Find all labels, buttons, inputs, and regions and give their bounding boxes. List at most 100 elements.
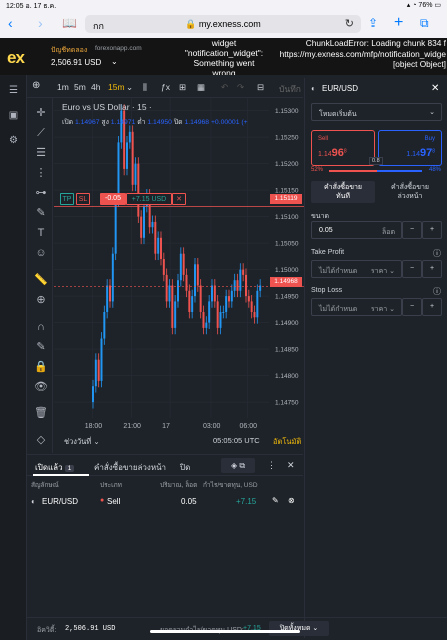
zoom-icon[interactable]: ⊕ <box>34 293 48 307</box>
sell-sentiment: 52% <box>311 167 324 173</box>
close-icon[interactable]: ✕ <box>431 83 439 94</box>
candles-icon[interactable]: ⫼ <box>143 82 147 93</box>
url-host: 🔒 my.exness.com <box>185 19 261 29</box>
layers-icon[interactable]: ◈ ⧉ <box>221 458 255 473</box>
ruler-icon[interactable]: 📏 <box>34 273 48 287</box>
magnet-icon[interactable]: ∩ <box>34 320 48 334</box>
current-price-tag: 1.14968 <box>270 277 302 287</box>
lock-icon[interactable]: 🔒 <box>34 360 48 374</box>
sl-increase-button[interactable]: + <box>422 298 442 316</box>
tab-open-positions[interactable]: เปิดแล้ว 1 <box>35 461 75 474</box>
sl-decrease-button[interactable]: − <box>402 298 422 316</box>
exness-logo[interactable]: ex <box>7 48 25 68</box>
candle-body <box>97 359 100 381</box>
add-indicator-icon[interactable]: ⊕ <box>32 80 40 91</box>
reload-icon[interactable]: ↻ <box>345 17 354 30</box>
col-volume: ปริมาณ, ล็อต <box>160 482 198 489</box>
date-range-selector[interactable]: ช่วงวันที่ ⌄ <box>64 436 100 448</box>
edit-icon[interactable]: ✎ <box>272 496 279 505</box>
candle-body <box>211 285 213 302</box>
tab-closed-positions[interactable]: ปิด <box>180 461 190 474</box>
position-volume[interactable]: -0.05 <box>100 193 126 205</box>
trash-icon[interactable]: 🗑 <box>34 406 48 420</box>
y-tick-label: 1.14750 <box>275 400 299 407</box>
timeframe-15m[interactable]: 15m <box>108 82 125 92</box>
briefcase-icon[interactable]: ▣ <box>7 110 20 123</box>
trendline-icon[interactable]: ⟋ <box>34 126 48 140</box>
address-bar[interactable]: กก 🔒 my.exness.com ↻ <box>85 15 361 33</box>
tab-pending-order[interactable]: คำสั่งซื้อขาย ล่วงหน้า <box>378 181 442 203</box>
tab-market-order[interactable]: คำสั่งซื้อขาย ทันที <box>311 181 375 203</box>
crosshair-icon[interactable]: ✛ <box>34 106 48 120</box>
forward-icon[interactable]: › <box>38 15 43 31</box>
volume-decrease-button[interactable]: − <box>402 221 422 239</box>
equity-value: 2,506.91 USD <box>65 625 116 633</box>
settings-icon[interactable]: ⚙ <box>7 135 20 148</box>
candle-body <box>157 237 160 254</box>
x-tick-label: 06:00 <box>240 423 258 430</box>
drawing-toolbar: ✛ ⟋ ☰ ⋮ ⊶ ✎ T ☺ 📏 ⊕ ∩ ✎ 🔒 👁 🗑 ◇ <box>27 98 53 453</box>
volume-increase-button[interactable]: + <box>422 221 442 239</box>
info-icon[interactable]: ⓘ <box>433 286 441 297</box>
undo-icon[interactable]: ↶ <box>221 82 228 93</box>
close-position-icon[interactable]: ✕ <box>172 193 186 205</box>
text-icon[interactable]: T <box>34 226 48 240</box>
buy-button[interactable]: Buy 1.14978 <box>378 130 442 166</box>
chart-settings-icon[interactable]: ⊟ <box>257 82 264 93</box>
back-icon[interactable]: ‹ <box>8 15 13 31</box>
candle-body <box>222 312 225 313</box>
tab-pending-orders[interactable]: คำสั่งซื้อขายล่วงหน้า <box>94 461 166 474</box>
order-mode-select[interactable]: โหมดเริ่มต้น ⌄ <box>311 103 442 121</box>
candle-body <box>247 296 250 302</box>
tabs-icon[interactable]: ⧉ <box>420 15 429 31</box>
y-tick-label: 1.15300 <box>275 108 299 115</box>
lock-drawing-icon[interactable]: ✎ <box>34 340 48 354</box>
indicators-icon[interactable]: ƒx <box>161 82 170 92</box>
candle-body <box>103 312 106 339</box>
menu-icon[interactable]: ☰ <box>7 85 20 98</box>
account-type-badge[interactable]: ปัญชีทดลอง <box>51 45 87 56</box>
save-chart-button[interactable]: บันทึก <box>279 82 301 96</box>
timeframe-4h[interactable]: 4h <box>91 82 100 92</box>
stop-loss-input[interactable]: ไม่ได้กำหนด ราคา ⌄ <box>311 298 402 316</box>
tp-decrease-button[interactable]: − <box>402 260 422 278</box>
emoji-icon[interactable]: ☺ <box>34 246 48 260</box>
candle-body <box>106 285 109 312</box>
close-position-icon[interactable]: ⊗ <box>288 496 295 505</box>
hlines-icon[interactable]: ☰ <box>34 146 48 160</box>
close-all-button[interactable]: ปิดทั้งหมด ⌄ <box>269 621 329 636</box>
eye-icon[interactable]: 👁 <box>34 380 48 394</box>
brush-icon[interactable]: ✎ <box>34 206 48 220</box>
chart-canvas[interactable]: 1.153001.152501.152001.151501.151001.150… <box>54 98 304 430</box>
redo-icon[interactable]: ↷ <box>237 82 244 93</box>
account-balance[interactable]: 2,506.91 USD <box>51 58 101 67</box>
timeframe-5m[interactable]: 5m <box>74 82 86 92</box>
fib-icon[interactable]: ⋮ <box>34 166 48 180</box>
more-icon[interactable]: ⋮ <box>267 460 276 471</box>
chevron-down-icon[interactable]: ⌄ <box>126 82 133 93</box>
sl-button[interactable]: SL <box>76 193 90 205</box>
share-icon[interactable]: ⇪ <box>368 15 378 31</box>
tp-increase-button[interactable]: + <box>422 260 442 278</box>
bookmarks-icon[interactable]: 📖 <box>62 15 77 31</box>
hide-tools-icon[interactable]: ◇ <box>34 433 48 447</box>
price-chart[interactable]: 1.15300 1.15250 1.15200 1.15150 1.15100 1.150… <box>54 98 304 453</box>
auto-scale-toggle[interactable]: อัตโนมัติ <box>273 436 301 448</box>
table-row[interactable]: ◐ EUR/USD ● Sell 0.05 +7.15 ✎ ⊗ <box>27 492 303 512</box>
candle-body <box>114 200 117 254</box>
pattern-icon[interactable]: ⊶ <box>34 186 48 200</box>
volume-input[interactable]: 0.05 ล็อต <box>311 221 402 239</box>
timeframe-1m[interactable]: 1m <box>57 82 69 92</box>
chevron-down-icon: ⌄ <box>429 109 435 116</box>
new-tab-icon[interactable]: + <box>394 15 403 31</box>
x-tick-label: 03:00 <box>203 423 221 430</box>
chevron-down-icon[interactable]: ⌄ <box>111 57 118 66</box>
sell-button[interactable]: Sell 1.14968 <box>311 130 375 166</box>
info-icon[interactable]: ⓘ <box>433 248 441 259</box>
candle-body <box>160 237 162 259</box>
take-profit-input[interactable]: ไม่ได้กำหนด ราคา ⌄ <box>311 260 402 278</box>
layout-icon[interactable]: ▦ <box>197 82 205 93</box>
tp-button[interactable]: TP <box>60 193 74 205</box>
compare-icon[interactable]: ⊞ <box>179 82 186 93</box>
close-icon[interactable]: ✕ <box>287 460 295 471</box>
